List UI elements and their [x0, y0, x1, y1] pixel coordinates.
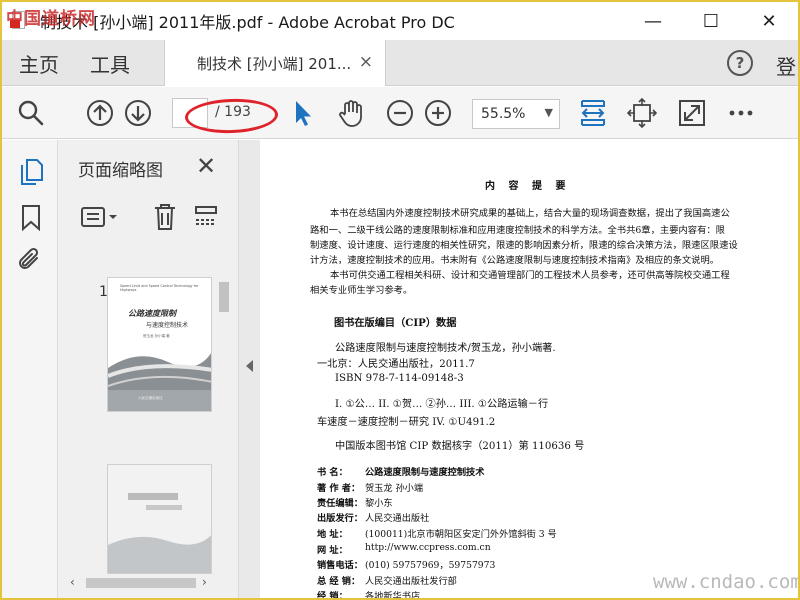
zoom-in-icon[interactable] — [423, 98, 453, 128]
window-title: 制技术 [孙小端] 2011年版.pdf - Adobe Acrobat Pro… — [40, 13, 455, 32]
select-arrow-icon[interactable] — [288, 98, 318, 128]
colophon-value: 贺玉龙 孙小端 — [365, 483, 424, 494]
colophon-label: 著 作 者： — [317, 483, 361, 494]
document-heading: 内 容 提 要 — [485, 181, 571, 192]
summary-line: 相关专业师生学习参考。 — [310, 285, 413, 296]
fit-width-icon[interactable] — [578, 98, 608, 128]
title-bar: 制技术 [孙小端] 2011年版.pdf - Adobe Acrobat Pro… — [2, 2, 798, 40]
document-tab-label: 制技术 [孙小端] 201... — [197, 54, 352, 73]
page-up-icon[interactable] — [85, 98, 115, 128]
scrollbar-thumb[interactable] — [219, 282, 229, 312]
cip-line: ISBN 978-7-114-09148-3 — [335, 373, 464, 384]
cip-line: 车速度－速度控制－研究 IV. ①U491.2 — [317, 417, 496, 428]
colophon-label: 总 经 销： — [317, 576, 361, 587]
close-tab-icon[interactable]: × — [359, 52, 373, 72]
chevron-down-icon: ▼ — [544, 106, 553, 119]
cover-title: 公路速度限制 — [128, 309, 176, 318]
site-watermark: 中国道桥网 — [6, 9, 96, 29]
document-view[interactable]: 内 容 提 要 本书在总结国内外速度控制技术研究成果的基础上，结合大量的现场调查… — [260, 140, 798, 600]
colophon-value: http://www.ccpress.com.cn — [365, 542, 491, 553]
page-down-icon[interactable] — [123, 98, 153, 128]
colophon-label: 销售电话： — [317, 560, 363, 571]
summary-line: 本书可供交通工程相关科研、设计和交通管理部门的工程技术人员参考，还可供高等院校交… — [330, 270, 730, 281]
inner-cover-image — [108, 465, 211, 573]
panel-title: 页面缩略图 — [78, 161, 163, 181]
panel-splitter[interactable] — [238, 140, 260, 598]
colophon-value: 人民交通出版社发行部 — [365, 576, 457, 587]
more-icon[interactable] — [726, 98, 756, 128]
document-page: 内 容 提 要 本书在总结国内外速度控制技术研究成果的基础上，结合大量的现场调查… — [260, 140, 798, 600]
summary-line: 路和一、二级干线公路的速度限制标准和应用速度控制技术的科学方法。全书共6章，主要… — [310, 225, 725, 236]
bookmark-icon[interactable] — [20, 204, 42, 232]
scroll-right-icon[interactable]: › — [202, 575, 207, 589]
cover-subtitle: 与速度控制技术 — [146, 322, 189, 329]
page-thumbnail-2[interactable] — [107, 464, 212, 574]
tab-document[interactable]: 制技术 [孙小端] 201... × — [164, 40, 386, 86]
cip-line: 公路速度限制与速度控制技术/贺玉龙，孙小端著. — [335, 343, 556, 354]
colophon-value: 各地新华书店 — [365, 591, 421, 600]
colophon-value: (010) 59757969，59757973 — [365, 560, 496, 571]
attachment-icon[interactable] — [16, 246, 44, 274]
colophon-label: 责任编辑： — [317, 498, 363, 509]
maximize-button[interactable]: ☐ — [682, 2, 740, 40]
minimize-button[interactable]: — — [624, 2, 682, 40]
thumbnail-scrollbar-vertical[interactable] — [217, 272, 231, 578]
colophon-label: 书 名： — [317, 467, 348, 478]
toolbar: / 193 — [2, 87, 798, 139]
close-panel-icon[interactable]: ✕ — [196, 152, 216, 180]
cover-publisher: 人民交通出版社 — [138, 396, 163, 400]
page-thumbnail-label: 1 — [99, 284, 108, 300]
colophon-label: 地 址： — [317, 529, 348, 540]
colophon-label: 经 销： — [317, 591, 348, 600]
cip-line: 中国版本图书馆 CIP 数据核字（2011）第 110636 号 — [335, 441, 585, 452]
tab-home[interactable]: 主页 — [19, 40, 59, 86]
hand-tool-icon[interactable] — [336, 98, 366, 128]
thumbnail-options-icon[interactable] — [80, 204, 120, 230]
zoom-level-value: 55.5% — [481, 106, 526, 122]
help-icon[interactable]: ? — [727, 50, 753, 76]
full-screen-icon[interactable] — [677, 98, 707, 128]
zoom-out-icon[interactable] — [385, 98, 415, 128]
cover-english-title: Speed Limit and Speed Control Technology… — [120, 284, 199, 293]
colophon-label: 网 址： — [317, 545, 348, 556]
tab-bar: 主页 工具 制技术 [孙小端] 201... × ? 登 — [2, 40, 798, 86]
colophon-value: 公路速度限制与速度控制技术 — [365, 467, 485, 478]
search-icon[interactable] — [16, 98, 46, 128]
acrobat-window: 制技术 [孙小端] 2011年版.pdf - Adobe Acrobat Pro… — [0, 0, 800, 600]
colophon-value: (100011)北京市朝阳区安定门外外馆斜街 3 号 — [365, 529, 557, 540]
cip-line: I. ①公… II. ①贺… ②孙… III. ①公路运输－行 — [335, 399, 549, 410]
summary-line: 计方法，速度控制技术的应用。书末附有《公路速度限制与速度控制技术指南》及相应的条… — [310, 255, 720, 266]
cover-image — [108, 278, 211, 411]
move-page-icon[interactable] — [627, 98, 657, 128]
thumbnail-scrollbar-horizontal[interactable]: ‹ › — [64, 574, 216, 592]
cover-authors: 贺玉龙 孙小端 著 — [143, 334, 170, 338]
close-window-button[interactable]: ✕ — [740, 2, 798, 40]
scroll-left-icon[interactable]: ‹ — [70, 575, 75, 589]
page-thumbnails-icon[interactable] — [18, 158, 44, 186]
zoom-level-dropdown[interactable]: 55.5% ▼ — [472, 99, 560, 129]
colophon-value: 黎小东 — [365, 498, 393, 509]
left-navigation-rail — [2, 140, 58, 598]
site-watermark-url: www.cndao.com — [653, 571, 800, 593]
collapse-panel-icon[interactable] — [246, 360, 253, 372]
scrollbar-thumb[interactable] — [86, 578, 196, 588]
summary-line: 本书在总结国内外速度控制技术研究成果的基础上，结合大量的现场调查数据，提出了我国… — [330, 208, 730, 219]
colophon-label: 出版发行： — [317, 513, 363, 524]
page-thumbnail-1[interactable]: Speed Limit and Speed Control Technology… — [107, 277, 212, 412]
sign-in-link[interactable]: 登 — [776, 51, 796, 80]
cip-title: 图书在版编目（CIP）数据 — [334, 317, 457, 329]
cip-line: 一北京：人民交通出版社，2011.7 — [317, 359, 475, 370]
delete-page-icon[interactable] — [152, 202, 178, 232]
colophon-value: 人民交通出版社 — [365, 513, 430, 524]
page-layout-icon[interactable] — [193, 204, 219, 230]
summary-line: 制速度、设计速度、运行速度的相关性研究，限速的影响因素分析，限速的综合决策方法，… — [310, 240, 738, 251]
tab-tools[interactable]: 工具 — [90, 40, 130, 86]
